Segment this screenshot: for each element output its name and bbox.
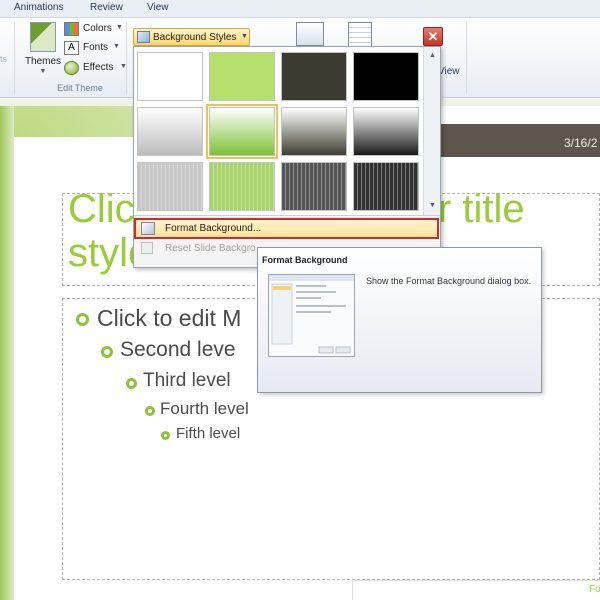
background-style-swatch[interactable]: [206, 104, 278, 159]
reset-slide-background-menu-item[interactable]: Reset Slide Backgro: [134, 240, 274, 258]
tab-review[interactable]: Review: [90, 2, 123, 13]
slide-date: 3/16/2: [564, 136, 598, 150]
dialog-preview-icon: [268, 274, 355, 357]
group-separator: [466, 22, 467, 94]
format-background-menu-item[interactable]: Format Background...: [134, 218, 439, 239]
ribbon-partial-label: ts: [0, 54, 8, 64]
tooltip: Format Background Show the Format Backgr…: [257, 247, 542, 393]
background-style-swatch[interactable]: [353, 107, 419, 156]
group-separator: [126, 22, 127, 94]
format-background-icon: [141, 222, 155, 235]
effects-label: Effects: [83, 62, 114, 73]
background-style-swatch[interactable]: [281, 52, 347, 101]
chevron-down-icon: ▼: [113, 43, 120, 50]
colors-label: Colors: [83, 23, 112, 34]
fonts-label: Fonts: [83, 42, 109, 53]
background-style-swatch[interactable]: [209, 52, 275, 101]
tooltip-title: Format Background: [262, 255, 348, 265]
scroll-up-icon[interactable]: ▲: [427, 50, 438, 61]
themes-button[interactable]: Themes ▼: [24, 22, 62, 78]
background-style-swatch[interactable]: [353, 162, 419, 211]
background-style-swatch[interactable]: [353, 52, 419, 101]
background-styles-label: Background Styles: [153, 32, 237, 43]
bullet-icon: [161, 431, 170, 440]
level-4-text: Fourth level: [160, 399, 249, 418]
close-icon: ✕: [427, 29, 439, 44]
slide-size-icon[interactable]: [296, 22, 324, 46]
tab-animations[interactable]: Animations: [14, 2, 63, 13]
background-style-swatch[interactable]: [281, 162, 347, 211]
chevron-down-icon: ▼: [116, 24, 123, 31]
background-styles-icon: [137, 31, 150, 43]
gallery-scrollbar[interactable]: ▲ ▼: [423, 47, 440, 215]
themes-icon: [30, 22, 56, 52]
background-styles-button[interactable]: Background Styles ▼: [133, 28, 250, 46]
bullet-icon: [145, 406, 155, 416]
title-text-right: r title: [438, 187, 525, 231]
tab-view[interactable]: View: [147, 2, 169, 13]
footer-placeholder[interactable]: [352, 580, 600, 600]
group-separator: [14, 22, 15, 94]
level-1-text: Click to edit M: [97, 305, 242, 331]
format-background-label: Format Background...: [165, 223, 262, 234]
dialog-preview-graphic: [269, 275, 354, 354]
reset-background-icon: [141, 242, 153, 254]
background-style-swatch[interactable]: [281, 107, 347, 156]
close-button[interactable]: ✕: [423, 27, 443, 46]
level-5-text: Fifth level: [176, 425, 241, 442]
tooltip-description: Show the Format Background dialog box.: [366, 276, 532, 286]
scroll-down-icon[interactable]: ▼: [427, 200, 438, 211]
bullet-icon: [101, 346, 113, 358]
background-style-swatch[interactable]: [137, 162, 203, 211]
level-3-text: Third level: [143, 370, 231, 391]
level-2-text: Second leve: [120, 338, 236, 361]
group-label-edit-theme: Edit Theme: [57, 83, 103, 93]
colors-icon: [64, 22, 79, 36]
bullet-icon: [76, 313, 89, 326]
reset-slide-background-label: Reset Slide Backgro: [165, 243, 256, 254]
themes-label: Themes: [24, 56, 62, 67]
chevron-down-icon: ▼: [39, 68, 47, 75]
background-style-swatch[interactable]: [209, 162, 275, 211]
background-style-swatch[interactable]: [137, 107, 203, 156]
view-button-label[interactable]: View: [438, 66, 460, 77]
effects-icon: [64, 61, 79, 75]
slide-edge: [0, 106, 14, 600]
bullet-icon: [126, 378, 137, 389]
ribbon-tab-bar: Animations Review View: [0, 0, 600, 18]
footer-text: Fo: [589, 584, 600, 595]
chevron-down-icon: ▼: [241, 33, 248, 40]
background-style-swatch[interactable]: [137, 52, 203, 101]
fonts-icon: A: [64, 41, 79, 55]
